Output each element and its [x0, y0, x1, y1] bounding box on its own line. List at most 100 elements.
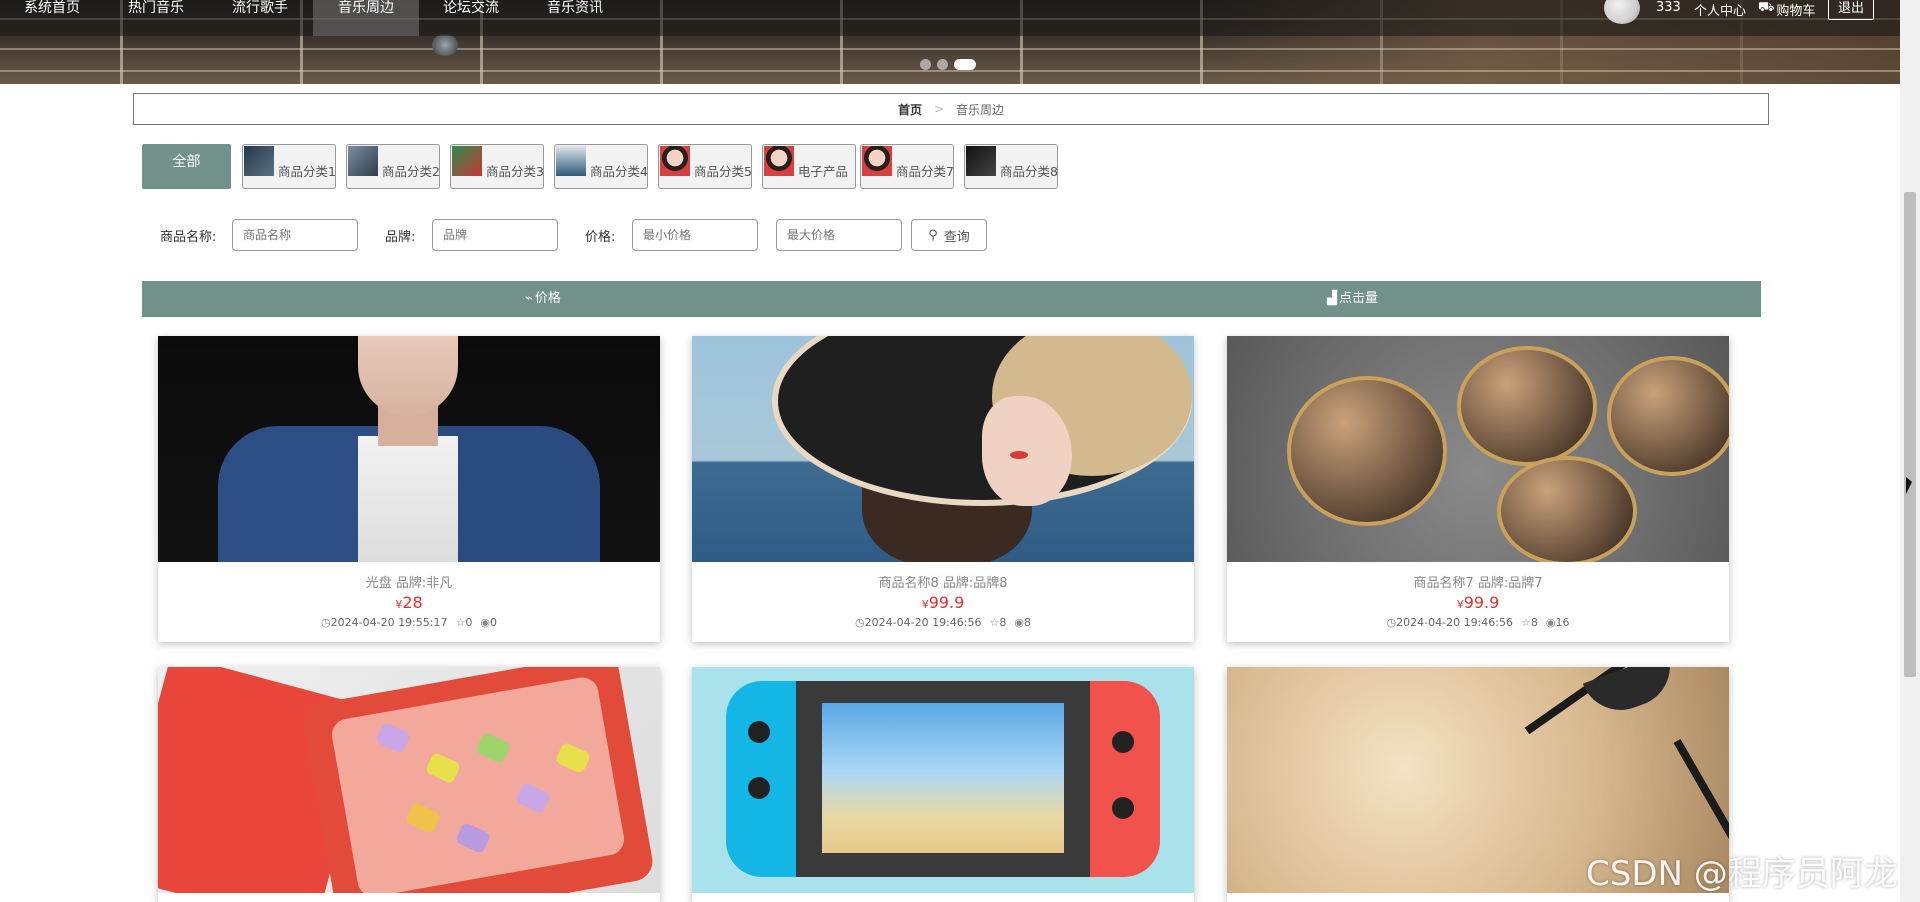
nav-item-label: 音乐周边 [338, 0, 394, 16]
image-shape [748, 777, 770, 799]
cart-link[interactable]: ⛟ 购物车 [1758, 0, 1815, 19]
trend-icon: ⌁ [525, 291, 533, 306]
product-title[interactable]: 光盘 品牌:非凡 [158, 572, 660, 591]
nav-item-music-merch[interactable]: 音乐周边 [313, 0, 419, 36]
search-button[interactable]: ⚲ 查询 [911, 219, 987, 251]
product-title[interactable]: 商品名称7 品牌:品牌7 [1227, 572, 1729, 591]
nav-item-label: 系统首页 [24, 0, 80, 16]
product-image[interactable] [692, 667, 1194, 893]
time-value: 2024-04-20 19:46:56 [1396, 616, 1513, 629]
image-shape [1497, 456, 1637, 562]
category-item[interactable]: 商品分类4 [554, 144, 648, 189]
category-label: 电子产品 [798, 164, 849, 179]
carousel-dot-1[interactable] [920, 58, 931, 70]
category-thumbnail [452, 146, 482, 176]
time-value: 2024-04-20 19:55:17 [330, 616, 448, 629]
product-image[interactable] [1227, 336, 1729, 562]
image-shape [1010, 451, 1028, 459]
product-price: ¥28 [158, 593, 660, 612]
product-card[interactable]: 光盘 品牌:非凡 ¥28 ◷2024-04-20 19:55:17 ☆0 ◉0 [158, 336, 660, 642]
category-label: 商品分类2 [382, 164, 440, 179]
carousel-dot-2[interactable] [937, 58, 948, 70]
product-image[interactable] [158, 667, 660, 893]
product-card[interactable] [158, 667, 660, 902]
views-value: 0 [489, 616, 497, 629]
time-value: 2024-04-20 19:46:56 [864, 616, 982, 629]
category-item[interactable]: 商品分类3 [450, 144, 544, 189]
breadcrumb-home[interactable]: 首页 [898, 101, 922, 118]
price-label: 价格: [585, 230, 616, 245]
scrollbar-thumb[interactable] [1904, 192, 1916, 677]
search-form: 商品名称: 品牌: 价格: ⚲ 查询 [0, 219, 1100, 251]
nav-item-hot-music[interactable]: 热门音乐 [104, 0, 208, 36]
sort-by-price[interactable]: ⌁ 价格 [525, 281, 561, 317]
image-shape [822, 703, 1064, 853]
category-item[interactable]: 商品分类8 [964, 144, 1058, 189]
image-shape [1287, 376, 1447, 526]
product-card[interactable]: 商品名称8 品牌:品牌8 ¥99.9 ◷2024-04-20 19:46:56 … [692, 336, 1194, 642]
sort-clicks-label: 点击量 [1339, 291, 1379, 306]
product-price: ¥99.9 [692, 593, 1194, 612]
category-item[interactable]: 商品分类5 [658, 144, 752, 189]
truck-icon: ⛟ [1758, 0, 1775, 15]
product-meta: ◷2024-04-20 19:46:56 ☆8 ◉16 [1227, 616, 1729, 629]
views-value: 16 [1555, 616, 1570, 629]
category-item[interactable]: 商品分类7 [860, 144, 954, 189]
category-label: 商品分类5 [694, 164, 752, 179]
category-label: 商品分类7 [896, 164, 954, 179]
nav-item-label: 热门音乐 [128, 0, 184, 16]
product-title[interactable]: 商品名称8 品牌:品牌8 [692, 572, 1194, 591]
image-shape [1457, 346, 1597, 466]
category-item[interactable]: 商品分类2 [346, 144, 440, 189]
max-price-input[interactable] [776, 219, 902, 251]
eye-icon: ◉ [1014, 616, 1024, 629]
chart-icon: ▟ [1327, 291, 1337, 306]
nav-item-home[interactable]: 系统首页 [0, 0, 104, 36]
min-price-input[interactable] [632, 219, 758, 251]
meta-views: ◉16 [1546, 616, 1570, 629]
meta-time: ◷2024-04-20 19:55:17 [321, 616, 447, 629]
nav-item-popular-singers[interactable]: 流行歌手 [208, 0, 312, 36]
category-label: 商品分类4 [590, 164, 648, 179]
category-label: 商品分类1 [278, 164, 336, 179]
product-meta: ◷2024-04-20 19:46:56 ☆8 ◉8 [692, 616, 1194, 629]
top-nav: 系统首页 热门音乐 流行歌手 音乐周边 论坛交流 音乐资讯 333 个人中心 ⛟… [0, 0, 1900, 36]
eye-icon: ◉ [1545, 616, 1556, 629]
category-thumbnail [660, 146, 690, 176]
username: 333 [1656, 0, 1681, 15]
product-card[interactable]: 商品名称7 品牌:品牌7 ¥99.9 ◷2024-04-20 19:46:56 … [1227, 336, 1729, 642]
category-item[interactable]: 商品分类1 [242, 144, 336, 189]
image-shape [358, 436, 458, 562]
nav-item-label: 音乐资讯 [547, 0, 603, 16]
nav-item-music-news[interactable]: 音乐资讯 [523, 0, 627, 36]
clock-icon: ◷ [855, 616, 865, 629]
meta-views: ◉0 [480, 616, 497, 629]
image-shape [1607, 356, 1729, 476]
product-name-label: 商品名称: [160, 230, 217, 245]
brand-label: 品牌: [385, 230, 416, 245]
nav-item-forum[interactable]: 论坛交流 [419, 0, 523, 36]
stars-value: 0 [465, 616, 473, 629]
product-image[interactable] [692, 336, 1194, 562]
category-thumbnail [966, 146, 996, 176]
meta-time: ◷2024-04-20 19:46:56 [855, 616, 981, 629]
category-item[interactable]: 电子产品 [762, 144, 856, 189]
sort-by-clicks[interactable]: ▟ 点击量 [1327, 281, 1378, 317]
meta-time: ◷2024-04-20 19:46:56 [1387, 616, 1513, 629]
category-all[interactable]: 全部 [142, 144, 231, 189]
meta-stars: ☆0 [455, 616, 472, 629]
meta-stars: ☆8 [1521, 616, 1538, 629]
breadcrumb-separator: > [933, 102, 945, 116]
guitar-string [0, 48, 1900, 50]
product-name-input[interactable] [232, 219, 358, 251]
product-image[interactable] [158, 336, 660, 562]
carousel-dot-3[interactable] [954, 58, 976, 70]
user-avatar[interactable] [1604, 0, 1640, 24]
product-card[interactable] [692, 667, 1194, 902]
sort-price-label: 价格 [534, 291, 561, 306]
brand-input[interactable] [432, 219, 558, 251]
category-label: 商品分类8 [1000, 164, 1058, 179]
carousel-indicators [920, 58, 976, 70]
user-center-link[interactable]: 个人中心 [1694, 0, 1746, 19]
logout-button[interactable]: 退出 [1828, 0, 1874, 20]
